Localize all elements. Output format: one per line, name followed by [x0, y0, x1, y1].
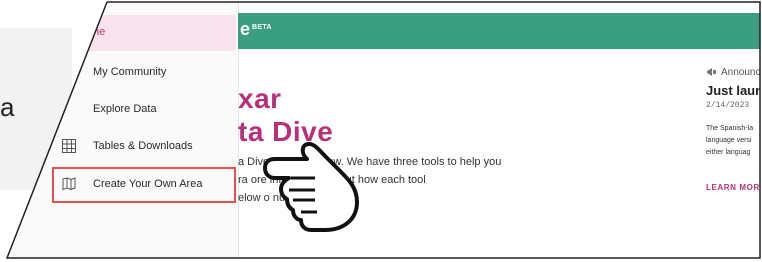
frame-outline	[5, 1, 761, 259]
pointing-hand-icon	[263, 142, 359, 232]
screenshot-stage: a ne My Community Explore Data Tables & …	[0, 0, 762, 262]
